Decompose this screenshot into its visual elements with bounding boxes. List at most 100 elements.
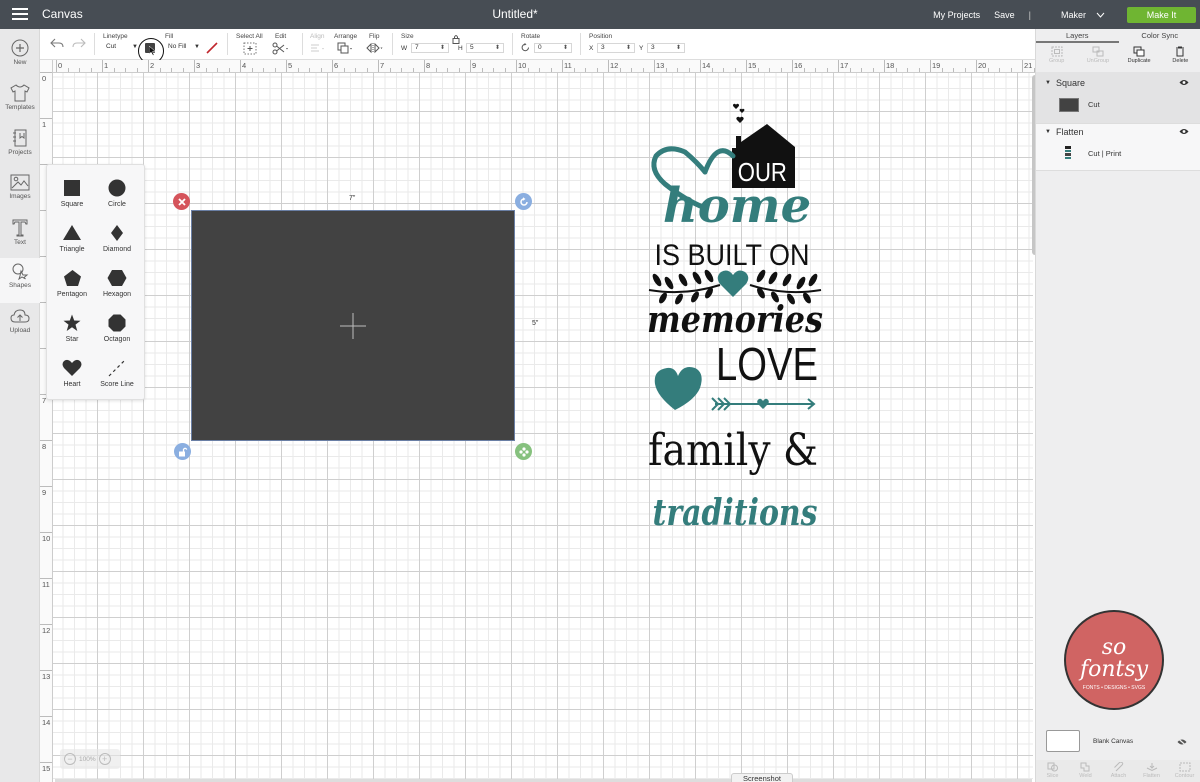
edit-scissors-icon[interactable]	[272, 42, 290, 55]
edit-label: Edit	[275, 33, 287, 40]
ruler-top-label: 17	[840, 61, 849, 70]
blank-canvas-swatch[interactable]	[1046, 730, 1080, 752]
spinner-icon[interactable]: ⬍	[495, 44, 500, 52]
shape-heart[interactable]: Heart	[48, 345, 96, 389]
blank-canvas-row: Blank Canvas Slice Weld Attach Flatten C…	[1036, 726, 1200, 782]
layer-item[interactable]: Cut	[1040, 92, 1195, 118]
contour-button[interactable]: Contour	[1168, 760, 1200, 782]
shape-triangle[interactable]: Triangle	[48, 210, 96, 254]
tab-layers[interactable]: Layers	[1036, 29, 1119, 43]
redo-icon[interactable]	[72, 38, 86, 49]
layer-square[interactable]: ▼ Square Cut	[1040, 74, 1195, 118]
nav-shapes[interactable]: Shapes	[0, 258, 40, 303]
arrange-icon[interactable]	[337, 42, 355, 55]
shape-square[interactable]: Square	[48, 165, 96, 209]
width-input[interactable]: 7 ⬍	[411, 43, 449, 53]
zoom-in-button[interactable]: +	[98, 753, 111, 765]
spinner-icon[interactable]: ⬍	[626, 44, 631, 52]
shape-label: Triangle	[59, 246, 85, 253]
duplicate-button[interactable]: Duplicate	[1119, 44, 1160, 70]
height-input[interactable]: 5 ⬍	[466, 43, 504, 53]
nav-text[interactable]: Text	[0, 215, 40, 260]
ruler-minor-tick	[941, 68, 943, 72]
shape-octagon[interactable]: Octagon	[93, 300, 141, 344]
weld-button[interactable]: Weld	[1069, 760, 1102, 782]
flatten-button[interactable]: Flatten	[1135, 760, 1168, 782]
eye-icon[interactable]	[1179, 128, 1189, 135]
y-position-input[interactable]: 3 ⬍	[647, 43, 685, 53]
save-link[interactable]: Save	[994, 10, 1015, 20]
make-it-button[interactable]: Make It	[1127, 6, 1196, 23]
flatten-design-artwork[interactable]: OUR home IS BUILT ON memories LOVE famil…	[645, 100, 830, 540]
my-projects-link[interactable]: My Projects	[933, 10, 980, 20]
ruler-minor-tick	[573, 68, 575, 72]
shape-star[interactable]: Star	[48, 300, 96, 344]
ruler-left-label: 12	[42, 626, 51, 635]
shape-pentagon[interactable]: Pentagon	[48, 255, 96, 299]
separator: |	[1028, 9, 1031, 20]
machine-selector[interactable]: Maker	[1061, 10, 1105, 20]
group-button[interactable]: Group	[1036, 44, 1077, 70]
spinner-icon[interactable]: ⬍	[440, 44, 445, 52]
nav-new[interactable]: New	[0, 35, 40, 80]
lock-handle[interactable]	[174, 443, 191, 460]
ruler-tick	[976, 60, 977, 72]
shape-label: Star	[65, 336, 79, 343]
collapse-triangle-icon[interactable]: ▼	[1045, 74, 1051, 92]
nav-upload[interactable]: Upload	[0, 305, 40, 350]
ruler-top-label: 10	[518, 61, 527, 70]
collapse-triangle-icon[interactable]: ▼	[1045, 123, 1051, 141]
ruler-top: 0 1 2 3 4 5 6 7 8 9 10 11 12 13 14 15 16 17 18 19 20 21	[40, 60, 1035, 73]
ruler-left-label: 13	[42, 672, 51, 681]
resize-handle[interactable]	[515, 443, 532, 460]
nav-images[interactable]: Images	[0, 170, 40, 215]
align-icon[interactable]	[310, 43, 326, 54]
shape-diamond[interactable]: Diamond	[93, 210, 141, 254]
layer-flatten[interactable]: ▼ Flatten Cut | Print	[1040, 123, 1195, 167]
eye-icon[interactable]	[1179, 79, 1189, 86]
design-text-is-built-on: IS BUILT ON	[655, 239, 810, 272]
shape-label: Circle	[108, 201, 126, 208]
rotate-input[interactable]: 0 ⬍	[534, 43, 572, 53]
flip-icon[interactable]	[366, 42, 384, 54]
x-position-input[interactable]: 3 ⬍	[597, 43, 635, 53]
ungroup-button[interactable]: UnGroup	[1077, 44, 1118, 70]
shape-circle[interactable]: Circle	[93, 165, 141, 209]
shape-score-line[interactable]: Score Line	[93, 345, 141, 389]
slice-button[interactable]: Slice	[1036, 760, 1069, 782]
nav-templates[interactable]: Templates	[0, 80, 40, 125]
slice-icon	[1047, 762, 1058, 772]
spinner-icon[interactable]: ⬍	[676, 44, 681, 52]
ruler-tick	[40, 716, 52, 717]
lock-aspect-icon[interactable]	[451, 34, 461, 44]
selected-square-shape[interactable]	[191, 210, 515, 441]
layer-item[interactable]: Cut | Print	[1040, 141, 1195, 167]
rotate-handle[interactable]	[515, 193, 532, 210]
spinner-icon[interactable]: ⬍	[563, 44, 568, 52]
ruler-minor-tick	[159, 68, 161, 72]
no-fill-swatch-icon[interactable]	[206, 42, 218, 54]
y-label: Y	[639, 45, 644, 52]
tab-color-sync[interactable]: Color Sync	[1119, 29, 1200, 43]
contour-icon	[1179, 762, 1190, 772]
ruler-minor-tick	[642, 68, 644, 72]
rotate-arrow-icon	[519, 196, 528, 206]
delete-handle[interactable]	[173, 193, 190, 210]
undo-icon[interactable]	[50, 38, 64, 49]
ruler-top-label: 21	[1024, 61, 1033, 70]
delete-button[interactable]: Delete	[1160, 44, 1200, 70]
nav-label: Upload	[9, 327, 31, 334]
select-all-icon[interactable]	[243, 42, 257, 55]
shape-hexagon[interactable]: Hexagon	[93, 255, 141, 299]
flatten-icon	[1146, 763, 1157, 772]
nav-projects[interactable]: Projects	[0, 125, 40, 170]
zoom-out-button[interactable]: −	[64, 753, 76, 765]
eye-hidden-icon[interactable]	[1177, 738, 1187, 746]
linetype-select[interactable]: Cut ▼	[103, 43, 141, 53]
ruler-minor-tick	[389, 68, 391, 72]
nav-label: Projects	[8, 149, 32, 156]
attach-button[interactable]: Attach	[1102, 760, 1135, 782]
edit-toolbar: Linetype Cut ▼ Fill No Fill ▼ Select All E…	[40, 29, 1035, 64]
rotate-icon	[521, 43, 529, 52]
fill-select[interactable]: No Fill ▼	[165, 43, 203, 53]
